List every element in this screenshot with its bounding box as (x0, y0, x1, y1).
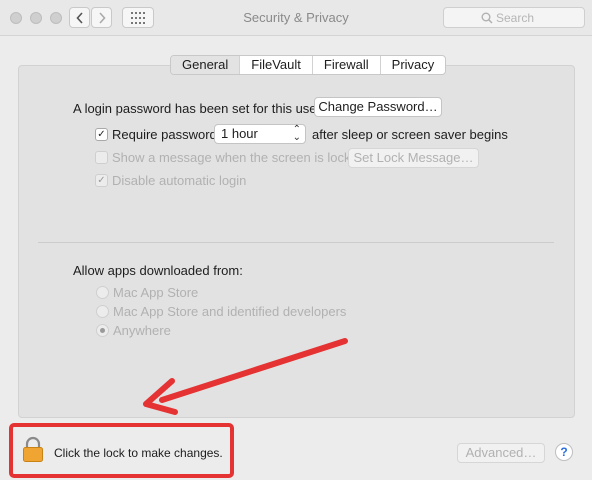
tab-general[interactable]: General (171, 56, 240, 74)
tab-privacy[interactable]: Privacy (379, 56, 446, 74)
tab-firewall[interactable]: Firewall (311, 56, 380, 74)
tab-bar: General FileVault Firewall Privacy (170, 55, 447, 75)
annotation-arrow-shaft (159, 338, 348, 403)
help-button[interactable]: ? (555, 443, 573, 461)
tab-filevault[interactable]: FileVault (239, 56, 312, 74)
advanced-button[interactable]: Advanced… (457, 443, 545, 463)
annotation-highlight-box (9, 423, 234, 478)
